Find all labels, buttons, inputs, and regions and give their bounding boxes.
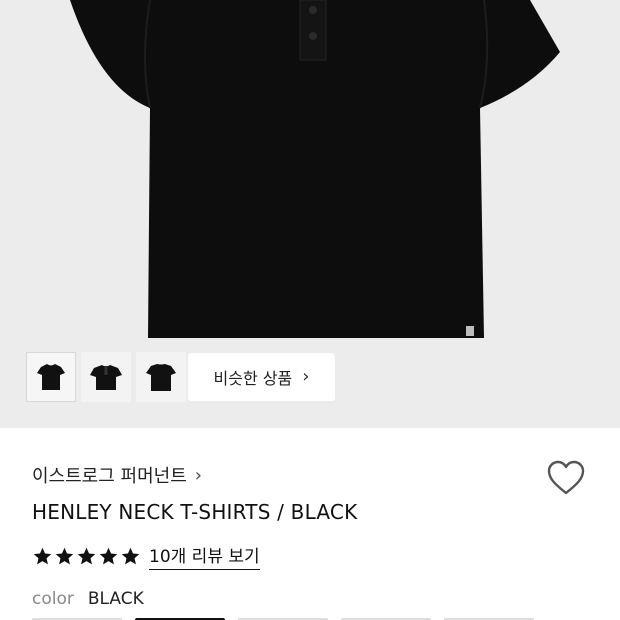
similar-products-label: 비슷한 상품 — [213, 369, 293, 388]
chevron-right-icon: › — [302, 365, 310, 387]
brand-link[interactable]: 이스트로그 퍼머넌트 › — [32, 462, 202, 488]
rating-row: 10개 리뷰 보기 — [32, 542, 260, 570]
product-info: 이스트로그 퍼머넌트 › HENLEY NECK T-SHIRTS / BLAC… — [0, 428, 620, 620]
similar-products-button[interactable]: 비슷한 상품 › — [188, 353, 335, 401]
thumbnail-back[interactable] — [136, 352, 186, 402]
shirt-back-icon — [146, 364, 176, 391]
chevron-right-icon: › — [194, 464, 202, 486]
shirt-detail-icon — [90, 365, 122, 390]
thumbnail-detail[interactable] — [81, 352, 131, 402]
star-icon — [77, 547, 96, 564]
color-label: color — [32, 589, 74, 609]
star-icon — [99, 547, 118, 564]
star-rating — [32, 546, 141, 567]
heart-icon[interactable] — [546, 459, 586, 497]
shirt-front-icon — [37, 364, 65, 390]
star-icon — [121, 547, 140, 564]
product-gallery: 비슷한 상품 › — [0, 0, 620, 428]
thumbnail-strip — [26, 352, 186, 402]
color-row: color BLACK — [32, 589, 144, 609]
product-image[interactable] — [0, 0, 620, 360]
brand-name: 이스트로그 퍼머넌트 — [32, 466, 187, 487]
color-value: BLACK — [87, 589, 144, 609]
thumbnail-front[interactable] — [26, 352, 76, 402]
product-title: HENLEY NECK T-SHIRTS / BLACK — [32, 500, 358, 524]
star-icon — [33, 547, 52, 564]
reviews-link[interactable]: 10개 리뷰 보기 — [149, 542, 260, 570]
star-icon — [55, 547, 74, 564]
